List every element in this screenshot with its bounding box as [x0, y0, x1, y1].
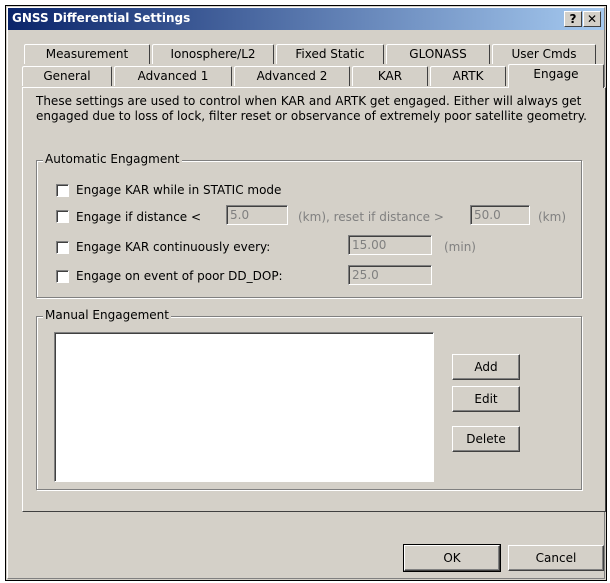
- manual-engagement-list[interactable]: [54, 332, 434, 482]
- reset-distance-unit: (km): [538, 210, 567, 224]
- tab-ionosphere-l2[interactable]: Ionosphere/L2: [152, 44, 274, 64]
- tab-engage[interactable]: Engage: [508, 64, 604, 88]
- engage-kar-continuous-checkbox[interactable]: [56, 241, 69, 254]
- cancel-button[interactable]: Cancel: [508, 545, 604, 571]
- title-bar[interactable]: GNSS Differential Settings ? ✕: [8, 8, 604, 30]
- reset-distance-field[interactable]: 50.0: [470, 205, 530, 225]
- manual-engagement-title: Manual Engagement: [43, 308, 171, 322]
- tab-glonass[interactable]: GLONASS: [386, 44, 490, 64]
- engage-dd-dop-checkbox[interactable]: [56, 270, 69, 283]
- tab-general[interactable]: General: [22, 66, 112, 86]
- close-button[interactable]: ✕: [583, 11, 601, 27]
- engage-kar-continuous-label: Engage KAR continuously every:: [76, 240, 271, 254]
- ok-button[interactable]: OK: [403, 544, 501, 572]
- help-button[interactable]: ?: [564, 11, 582, 27]
- engage-description: These settings are used to control when …: [36, 94, 587, 123]
- tab-advanced-1[interactable]: Advanced 1: [114, 66, 232, 86]
- distance-unit-reset-label: (km), reset if distance >: [298, 210, 444, 224]
- tab-measurement[interactable]: Measurement: [24, 44, 150, 64]
- tab-kar[interactable]: KAR: [352, 66, 428, 86]
- tab-artk[interactable]: ARTK: [430, 66, 506, 86]
- automatic-engagement-title: Automatic Engagment: [43, 152, 182, 166]
- tab-user-cmds[interactable]: User Cmds: [492, 44, 596, 64]
- edit-button[interactable]: Edit: [452, 386, 520, 412]
- add-button[interactable]: Add: [452, 354, 520, 380]
- window-title: GNSS Differential Settings: [12, 11, 191, 25]
- tab-fixed-static[interactable]: Fixed Static: [276, 44, 384, 64]
- delete-button[interactable]: Delete: [452, 426, 520, 452]
- engage-kar-static-checkbox[interactable]: [56, 184, 69, 197]
- dd-dop-field[interactable]: 25.0: [348, 265, 432, 285]
- engage-distance-field[interactable]: 5.0: [226, 205, 288, 225]
- continuous-interval-field[interactable]: 15.00: [348, 235, 432, 255]
- continuous-interval-unit: (min): [444, 240, 476, 254]
- tab-advanced-2[interactable]: Advanced 2: [234, 66, 350, 86]
- engage-distance-checkbox[interactable]: [56, 210, 69, 223]
- engage-dd-dop-label: Engage on event of poor DD_DOP:: [76, 269, 283, 283]
- engage-distance-label: Engage if distance <: [76, 210, 202, 224]
- engage-kar-static-label: Engage KAR while in STATIC mode: [76, 183, 282, 197]
